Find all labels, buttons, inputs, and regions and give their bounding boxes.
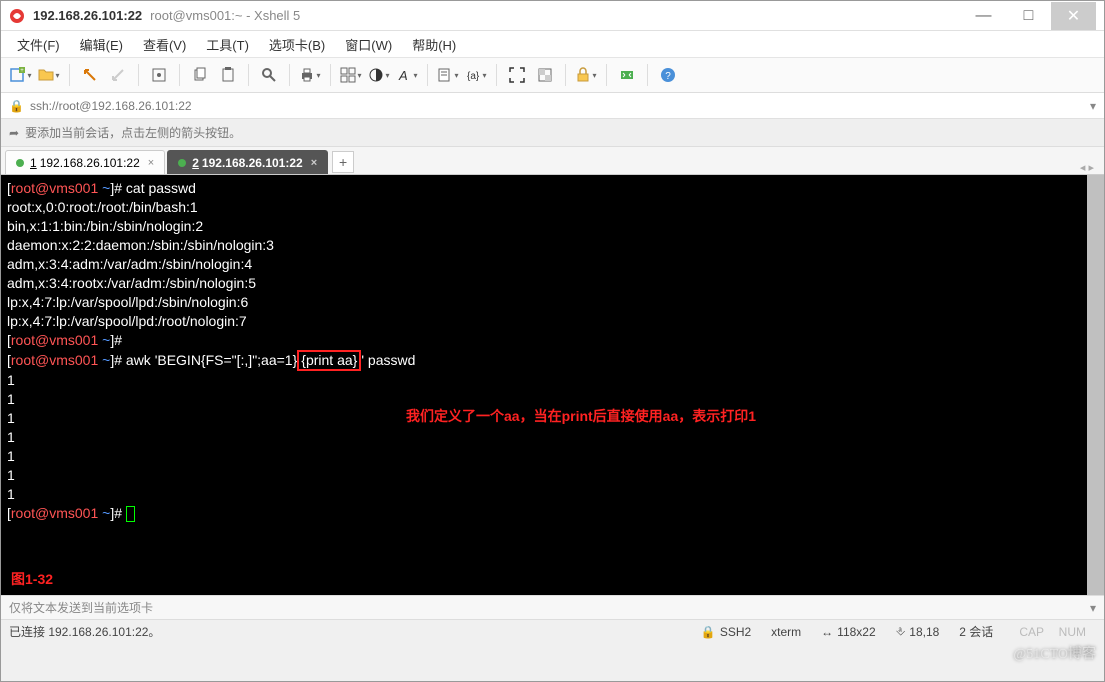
svg-text:{a}: {a} bbox=[467, 71, 480, 82]
reconnect-button[interactable] bbox=[78, 63, 102, 87]
highlight-box: {print aa} bbox=[297, 350, 361, 371]
svg-text:A: A bbox=[398, 68, 408, 83]
copy-button[interactable] bbox=[188, 63, 212, 87]
maximize-button[interactable]: □ bbox=[1006, 2, 1051, 30]
fullscreen-button[interactable] bbox=[505, 63, 529, 87]
tab-close-icon[interactable]: × bbox=[311, 157, 317, 169]
layout-button[interactable]: ▾ bbox=[339, 63, 363, 87]
send-bar[interactable]: 仅将文本发送到当前选项卡 ▾ bbox=[1, 595, 1104, 619]
title-host: 192.168.26.101:22 bbox=[33, 8, 142, 23]
status-cap: CAP bbox=[1019, 625, 1044, 639]
menu-file[interactable]: 文件(F) bbox=[7, 32, 70, 57]
status-sessions: 2 会话 bbox=[949, 623, 1003, 640]
lock-button[interactable]: ▾ bbox=[574, 63, 598, 87]
title-session: root@vms001:~ - Xshell 5 bbox=[150, 8, 300, 23]
menu-edit[interactable]: 编辑(E) bbox=[70, 32, 133, 57]
open-button[interactable]: ▾ bbox=[37, 63, 61, 87]
lock-icon: 🔒 bbox=[9, 99, 24, 113]
cursor bbox=[126, 506, 135, 522]
title-bar: 192.168.26.101:22 root@vms001:~ - Xshell… bbox=[1, 1, 1104, 31]
menu-bar: 文件(F) 编辑(E) 查看(V) 工具(T) 选项卡(B) 窗口(W) 帮助(… bbox=[1, 31, 1104, 57]
tab-1[interactable]: 1 192.168.26.101:22 × bbox=[5, 150, 165, 174]
status-bar: 已连接 192.168.26.101:22。 🔒 SSH2 xterm ↔ 11… bbox=[1, 619, 1104, 643]
tab-strip: 1 192.168.26.101:22 × 2 192.168.26.101:2… bbox=[1, 147, 1104, 175]
address-bar[interactable]: 🔒 ssh://root@192.168.26.101:22 ▾ bbox=[1, 93, 1104, 119]
terminal[interactable]: [root@vms001 ~]# cat passwd root:x,0:0:r… bbox=[1, 175, 1104, 595]
add-session-icon[interactable]: ➦ bbox=[9, 126, 19, 140]
svg-text:+: + bbox=[21, 68, 25, 74]
menu-window[interactable]: 窗口(W) bbox=[335, 32, 402, 57]
transparency-button[interactable] bbox=[533, 63, 557, 87]
menu-help[interactable]: 帮助(H) bbox=[402, 32, 466, 57]
svg-text:?: ? bbox=[665, 71, 671, 82]
terminal-scrollbar[interactable] bbox=[1087, 175, 1104, 595]
sendbar-dropdown-icon[interactable]: ▾ bbox=[1090, 601, 1096, 615]
menu-tools[interactable]: 工具(T) bbox=[196, 32, 259, 57]
figure-label: 图1-32 bbox=[11, 570, 53, 589]
status-protocol: 🔒 SSH2 bbox=[691, 625, 761, 639]
status-num: NUM bbox=[1059, 625, 1086, 639]
menu-view[interactable]: 查看(V) bbox=[133, 32, 196, 57]
xftp-button[interactable] bbox=[615, 63, 639, 87]
tab-close-icon[interactable]: × bbox=[148, 157, 154, 169]
menu-tabs[interactable]: 选项卡(B) bbox=[259, 32, 335, 57]
find-button[interactable] bbox=[257, 63, 281, 87]
status-dot-icon bbox=[178, 159, 186, 167]
print-button[interactable]: ▾ bbox=[298, 63, 322, 87]
address-url: ssh://root@192.168.26.101:22 bbox=[30, 99, 192, 113]
status-termtype: xterm bbox=[761, 625, 811, 639]
disconnect-button[interactable] bbox=[106, 63, 130, 87]
status-cursor-pos: ⎀ 18,18 bbox=[886, 624, 950, 639]
status-dot-icon bbox=[16, 159, 24, 167]
encoding-button[interactable]: {a}▾ bbox=[464, 63, 488, 87]
properties-button[interactable] bbox=[147, 63, 171, 87]
address-dropdown-icon[interactable]: ▾ bbox=[1090, 99, 1096, 113]
toolbar: +▾ ▾ ▾ ▾ ▾ A▾ ▾ {a}▾ ▾ ? bbox=[1, 57, 1104, 93]
font-button[interactable]: A▾ bbox=[395, 63, 419, 87]
tab-2[interactable]: 2 192.168.26.101:22 × bbox=[167, 150, 328, 174]
help-icon[interactable]: ? bbox=[656, 63, 680, 87]
paste-button[interactable] bbox=[216, 63, 240, 87]
new-session-button[interactable]: +▾ bbox=[9, 63, 33, 87]
minimize-button[interactable]: — bbox=[961, 2, 1006, 30]
status-connection: 已连接 192.168.26.101:22。 bbox=[9, 623, 160, 640]
app-icon bbox=[9, 8, 25, 24]
new-tab-button[interactable]: + bbox=[332, 151, 354, 173]
session-hint-text: 要添加当前会话，点击左侧的箭头按钮。 bbox=[25, 124, 241, 141]
close-button[interactable]: ✕ bbox=[1051, 2, 1096, 30]
status-size: ↔ 118x22 bbox=[811, 625, 885, 639]
watermark: @51CTO博客 bbox=[1013, 643, 1096, 663]
tab-nav-arrows[interactable]: ◂ ▸ bbox=[1080, 161, 1100, 174]
script-button[interactable]: ▾ bbox=[436, 63, 460, 87]
session-hint-bar: ➦ 要添加当前会话，点击左侧的箭头按钮。 bbox=[1, 119, 1104, 147]
annotation-text: 我们定义了一个aa，当在print后直接使用aa，表示打印1 bbox=[406, 407, 756, 426]
color-scheme-button[interactable]: ▾ bbox=[367, 63, 391, 87]
